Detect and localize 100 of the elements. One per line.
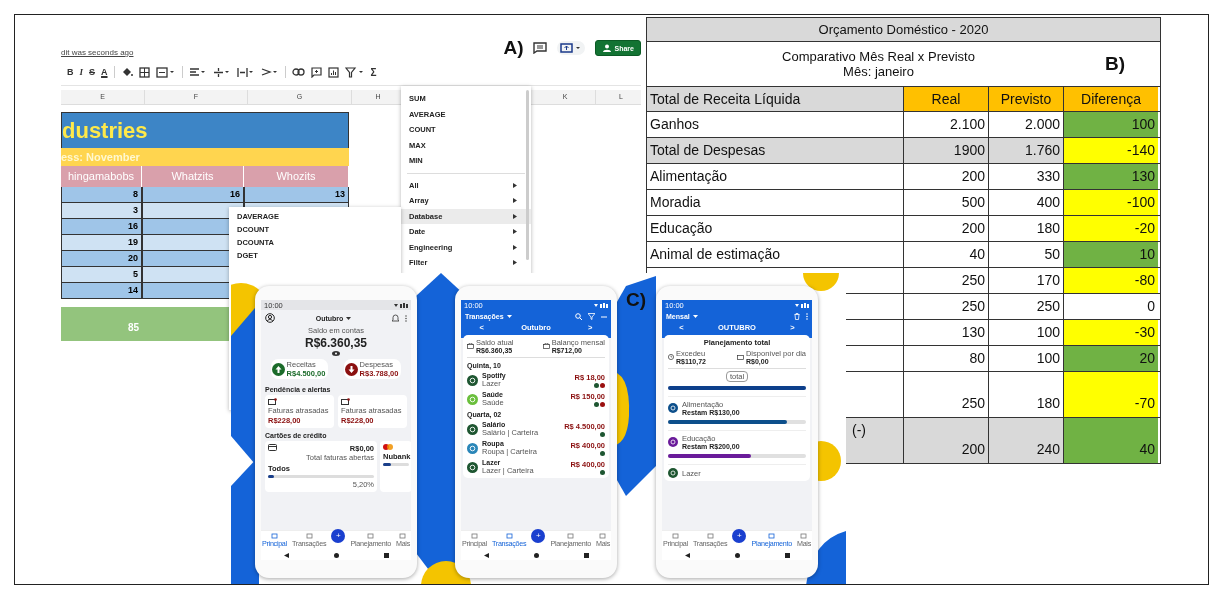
sheet-column-header: Whozits (244, 166, 349, 187)
recents-icon[interactable] (583, 552, 589, 558)
caret-icon (346, 316, 352, 320)
recents-icon[interactable] (784, 552, 790, 558)
column-header: Total de Receita Líquida (647, 87, 904, 111)
caret-icon (506, 315, 512, 318)
table-cell: -80 (1064, 268, 1158, 293)
table-cell: 250 (904, 268, 989, 293)
table-cell: 250 (904, 294, 989, 319)
recents-icon[interactable] (383, 552, 389, 558)
panel-label: C) (626, 289, 647, 311)
format-button[interactable]: I (79, 67, 83, 77)
search-icon[interactable] (575, 313, 582, 320)
add-button[interactable]: + (331, 528, 346, 543)
bell-icon[interactable] (392, 314, 399, 322)
submenu-arrow-icon (513, 213, 517, 219)
person-icon (601, 44, 612, 52)
table-cell: 240 (989, 418, 1064, 463)
sheet-cell: 14 (61, 283, 142, 299)
sheet-cell: 19 (61, 235, 142, 251)
table-cell: Total de Despesas (647, 138, 904, 163)
delete-icon[interactable] (794, 313, 800, 320)
table-cell: 1.760 (989, 138, 1064, 163)
card-brand-icon (383, 444, 393, 450)
table-cell: 1900 (904, 138, 989, 163)
add-button[interactable]: + (732, 528, 747, 543)
status-icons-drawing (795, 302, 809, 308)
back-icon[interactable] (684, 552, 690, 558)
wallet-icon (542, 343, 550, 349)
table-cell: 2.100 (904, 112, 989, 137)
sheet-cell: 5 (61, 267, 142, 283)
format-button[interactable]: B (67, 67, 74, 77)
table-cell: 100 (1064, 112, 1158, 137)
table-cell: 80 (904, 346, 989, 371)
comment-icon[interactable] (532, 42, 547, 54)
calendar-icon (736, 354, 744, 360)
column-header: Real (904, 87, 989, 111)
save-status-link[interactable]: dit was seconds ago (61, 48, 134, 57)
submenu-arrow-icon (513, 182, 517, 188)
table-cell: -70 (1064, 372, 1158, 417)
back-icon[interactable] (283, 552, 289, 558)
format-button[interactable]: S (89, 67, 96, 77)
text-rotate-icon[interactable] (260, 66, 279, 78)
borders-icon[interactable] (138, 66, 150, 78)
caret-icon (692, 315, 698, 318)
sheet-subtitle: ess: November (61, 148, 349, 166)
table-cell: 40 (904, 242, 989, 267)
table-title: Orçamento Doméstico - 2020 (647, 18, 1160, 42)
align-icon[interactable] (188, 66, 207, 78)
eye-icon[interactable] (332, 351, 340, 356)
table-cell: -140 (1064, 138, 1158, 163)
status-icons-drawing (594, 302, 608, 308)
comment-icon[interactable] (310, 66, 322, 78)
panel-label: B) (1103, 53, 1127, 75)
table-cell: 200 (904, 216, 989, 241)
avatar-icon[interactable] (265, 313, 275, 323)
column-header: Previsto (989, 87, 1064, 111)
add-button[interactable]: + (531, 528, 546, 543)
sheet-cell: 16 (61, 219, 142, 235)
table-cell: 200 (904, 164, 989, 189)
table-cell: 500 (904, 190, 989, 215)
format-button[interactable]: A (101, 67, 108, 77)
more-options-icon[interactable] (601, 315, 607, 318)
present-icon[interactable] (555, 40, 586, 56)
submenu-arrow-icon (513, 198, 517, 204)
table-cell: Animal de estimação (647, 242, 904, 267)
table-cell: -30 (1064, 320, 1158, 345)
card-icon (341, 398, 350, 405)
panel-label: A) (503, 37, 524, 59)
submenu-arrow-icon (513, 260, 517, 266)
table-cell: Alimentação (647, 164, 904, 189)
link-icon[interactable] (291, 68, 305, 76)
back-icon[interactable] (483, 552, 489, 558)
table-cell: Moradia (647, 190, 904, 215)
table-cell: -100 (1064, 190, 1158, 215)
status-icons-drawing (394, 302, 408, 308)
submenu-arrow-icon (513, 244, 517, 250)
text-wrap-icon[interactable] (236, 66, 255, 78)
sheet-cell: 13 (244, 187, 349, 203)
table-cell: Ganhos (647, 112, 904, 137)
sheet-cell: 20 (61, 251, 142, 267)
table-cell: 10 (1064, 242, 1158, 267)
clock-icon (668, 354, 674, 360)
table-subtitle: Comparativo Mês Real x Previsto (782, 49, 975, 64)
sheet-title: dustries (61, 112, 349, 148)
table-cell: -20 (1064, 216, 1158, 241)
filter-icon[interactable] (344, 66, 365, 78)
sheet-cell: 3 (61, 203, 142, 219)
card-icon (268, 398, 277, 405)
merge-cells-icon[interactable] (155, 66, 176, 78)
submenu-arrow-icon (513, 229, 517, 235)
chart-icon[interactable] (327, 66, 339, 78)
credit-card-icon (268, 444, 277, 451)
functions-button[interactable]: Σ (370, 66, 377, 78)
vertical-align-icon[interactable] (212, 66, 231, 78)
column-header: Diferença (1064, 87, 1158, 111)
sheet-cell: 16 (142, 187, 244, 203)
sheet-column-header: hingamabobs (61, 166, 142, 187)
table-cell: Educação (647, 216, 904, 241)
table-cell: 130 (904, 320, 989, 345)
